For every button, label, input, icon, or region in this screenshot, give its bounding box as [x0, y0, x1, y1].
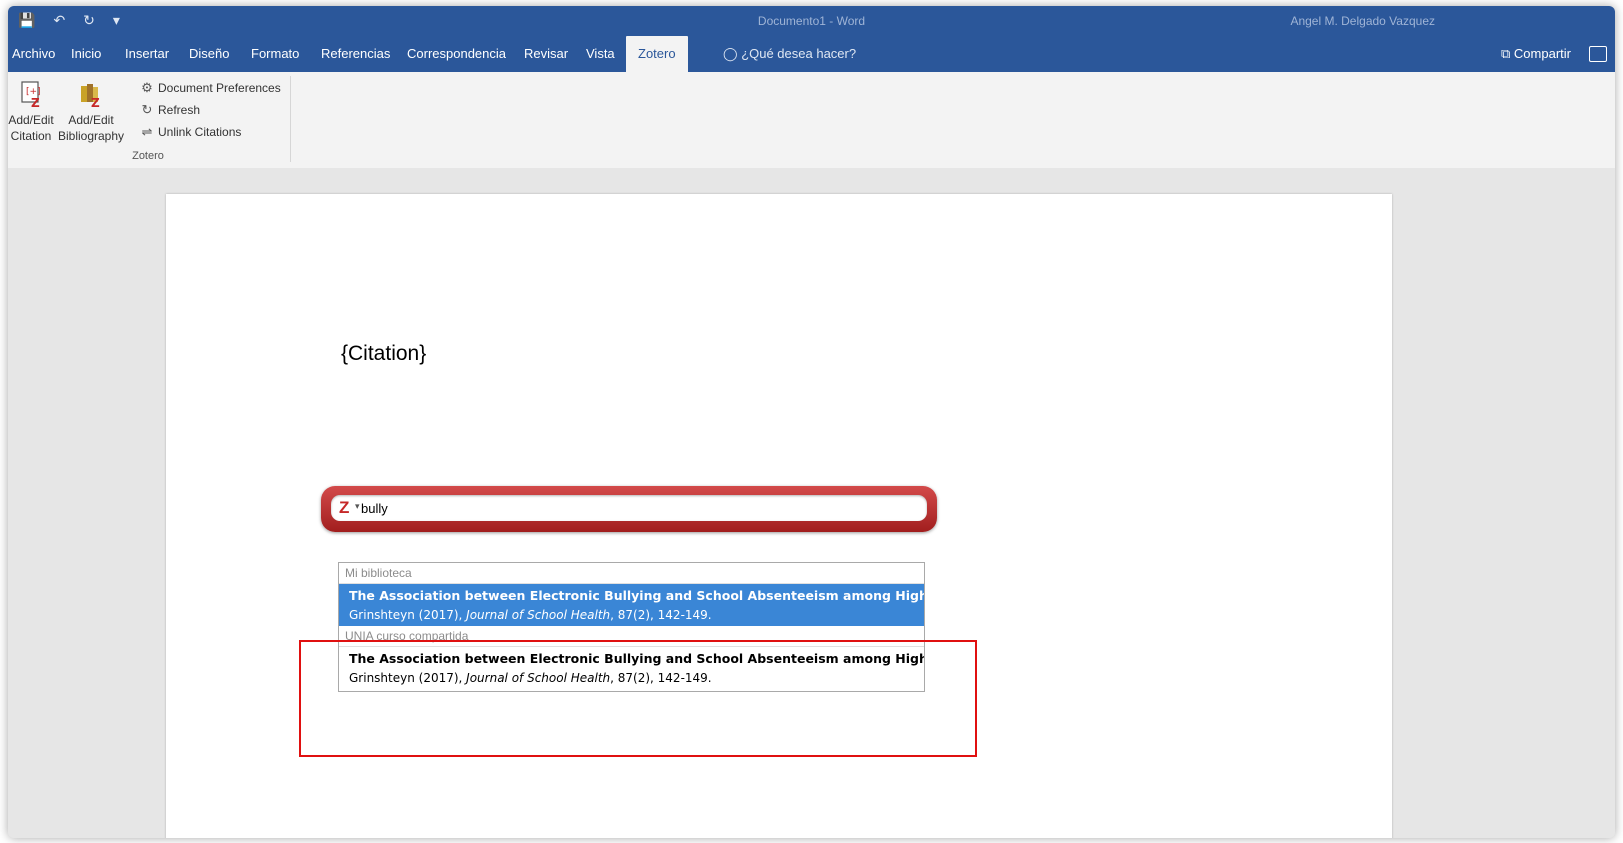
quick-format-field: Z ▾: [331, 495, 927, 521]
unlink-citations-button[interactable]: ⇌ Unlink Citations: [140, 122, 242, 142]
ribbon-tabs: Archivo Inicio Insertar Diseño Formato R…: [8, 36, 1615, 72]
group-separator: [290, 76, 291, 162]
ribbon-group-label: Zotero: [132, 150, 164, 162]
title-bar: 💾 ↶ ↻ ▾ Documento1 - Word Angel M. Delga…: [8, 6, 1615, 36]
annotation-highlight-box: [299, 640, 977, 757]
document-preferences-button[interactable]: ⚙ Document Preferences: [140, 78, 281, 98]
zotero-ribbon: [+] Z Add/Edit Citation Z Add/Edit Bibli…: [8, 72, 1615, 169]
add-edit-bibliography-button[interactable]: Z Add/Edit Bibliography: [56, 80, 126, 144]
tab-insertar[interactable]: Insertar: [125, 36, 169, 72]
svg-text:Z: Z: [91, 96, 100, 108]
user-name: Angel M. Delgado Vazquez: [1290, 14, 1435, 28]
citation-icon: [+] Z: [18, 80, 44, 110]
tab-revisar[interactable]: Revisar: [524, 36, 568, 72]
tab-vista[interactable]: Vista: [586, 36, 615, 72]
tab-zotero[interactable]: Zotero: [626, 36, 688, 72]
share-button[interactable]: ⧉ Compartir: [1501, 36, 1571, 72]
tab-correspondencia[interactable]: Correspondencia: [407, 36, 506, 72]
result-meta: Grinshteyn (2017), Journal of School Hea…: [349, 608, 712, 622]
unlink-citations-label: Unlink Citations: [158, 125, 242, 139]
tell-me-label: ¿Qué desea hacer?: [741, 46, 857, 61]
result-item-selected[interactable]: The Association between Electronic Bully…: [339, 584, 924, 626]
share-label: Compartir: [1513, 46, 1571, 61]
citation-placeholder[interactable]: {Citation}: [341, 342, 426, 366]
document-preferences-label: Document Preferences: [158, 81, 281, 95]
word-window: 💾 ↶ ↻ ▾ Documento1 - Word Angel M. Delga…: [8, 6, 1615, 838]
zotero-logo-icon[interactable]: Z: [339, 498, 349, 518]
result-title: The Association between Electronic Bully…: [349, 588, 924, 603]
tab-referencias[interactable]: Referencias: [321, 36, 390, 72]
unlink-icon: ⇌: [141, 124, 153, 139]
refresh-button[interactable]: ↻ Refresh: [140, 100, 200, 120]
document-area: {Citation} Z ▾ Mi biblioteca The Associa…: [8, 168, 1615, 838]
dropdown-arrow-icon[interactable]: ▾: [355, 501, 360, 512]
tell-me-search[interactable]: ◯ ¿Qué desea hacer?: [723, 36, 856, 72]
svg-text:Z: Z: [31, 96, 40, 108]
gear-icon: ⚙: [141, 80, 153, 95]
add-edit-bibliography-label: Add/Edit Bibliography: [57, 113, 125, 143]
comments-icon[interactable]: [1589, 46, 1607, 62]
tab-archivo[interactable]: Archivo: [12, 36, 55, 72]
lightbulb-icon: ◯: [723, 46, 738, 61]
tab-formato[interactable]: Formato: [251, 36, 299, 72]
refresh-icon: ↻: [141, 102, 153, 117]
refresh-label: Refresh: [158, 103, 201, 117]
zotero-quick-format-bar: Z ▾: [321, 486, 937, 532]
tab-inicio[interactable]: Inicio: [71, 36, 101, 72]
bibliography-icon: Z: [78, 80, 104, 110]
tab-diseno[interactable]: Diseño: [189, 36, 229, 72]
citation-search-input[interactable]: [361, 498, 901, 518]
share-icon: ⧉: [1501, 46, 1511, 61]
section-header-mi-biblioteca: Mi biblioteca: [339, 563, 924, 584]
